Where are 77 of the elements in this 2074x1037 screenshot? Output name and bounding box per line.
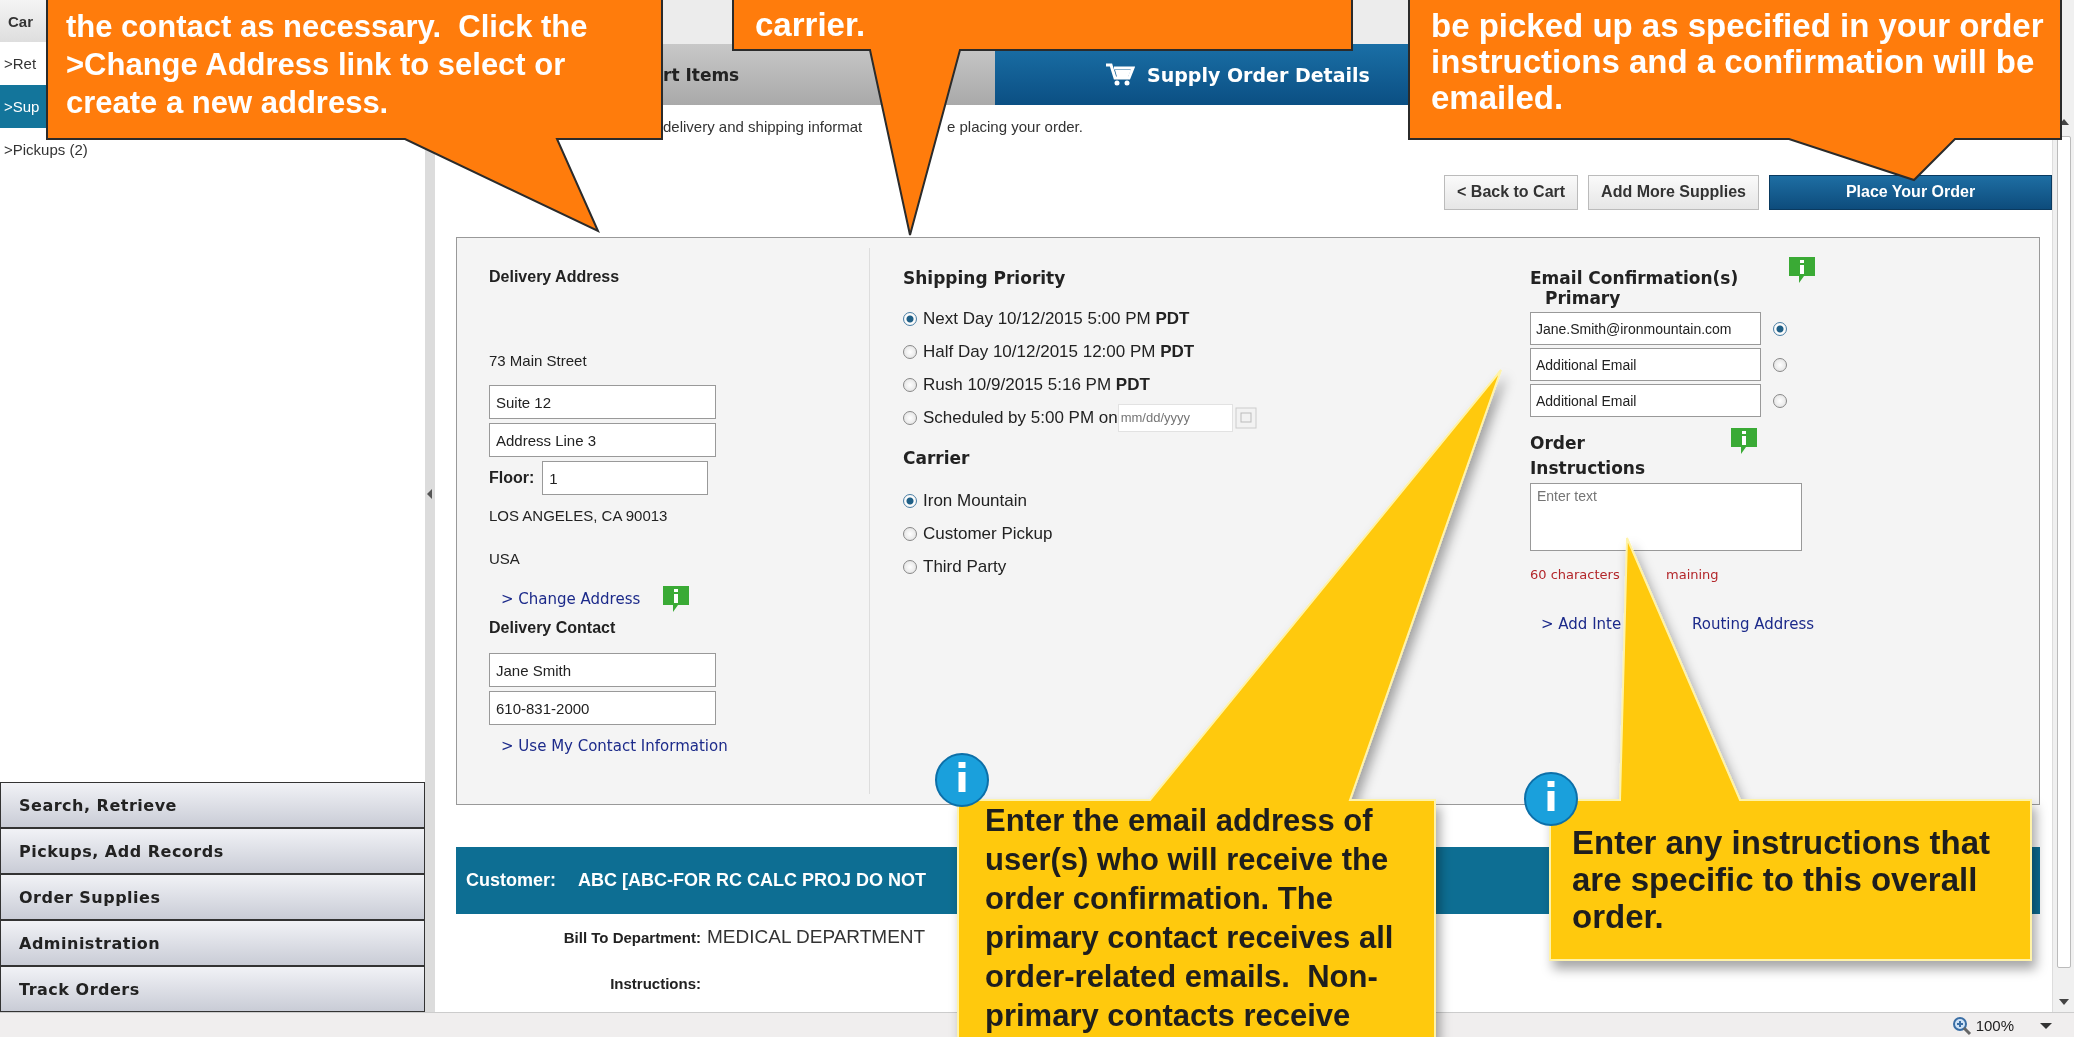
option-label: Third Party <box>923 556 1007 577</box>
cart-icon <box>1105 61 1135 88</box>
nav-button[interactable]: Pickups, Add Records <box>0 828 425 874</box>
address-text: LOS ANGELES, CA 90013 <box>489 507 668 524</box>
address-field[interactable]: Suite 12 <box>489 385 716 419</box>
nav-button[interactable]: Order Supplies <box>0 874 425 920</box>
page-title: Supply Order Details <box>1147 63 1370 86</box>
radio-button[interactable] <box>903 493 917 508</box>
customer-name: ABC [ABC-FOR RC CALC PROJ DO NOT <box>578 870 926 892</box>
customer-label: Customer: <box>466 870 556 892</box>
email-field[interactable]: Additional Email <box>1530 384 1761 417</box>
email-field[interactable]: Additional Email <box>1530 348 1761 381</box>
option-label: Customer Pickup <box>923 523 1053 544</box>
field-label: Bill To Department: <box>562 928 701 946</box>
action-button[interactable]: < Back to Cart <box>1444 174 1579 210</box>
info-icon[interactable] <box>1788 256 1817 284</box>
zoom-level: 100% <box>1975 1017 2014 1034</box>
instructions-field[interactable]: Enter text <box>1530 483 1802 551</box>
radio-button[interactable] <box>903 377 917 392</box>
section-title: Carrier <box>903 448 971 468</box>
section-title: Shipping Priority <box>903 268 1067 288</box>
info-icon[interactable] <box>662 585 691 613</box>
radio-button[interactable] <box>1773 357 1787 372</box>
option-label: Next Day 10/12/2015 5:00 PM PDT <box>923 308 1190 329</box>
callout-text: be picked up as specified in your order instructions and a confirmation will be emailed. <box>1431 8 2045 116</box>
sidebar-title: Car <box>8 12 33 30</box>
address-text: USA <box>489 550 520 567</box>
callout-text: Enter the email address of user(s) who will receive the order confirmation. The primary contact receives all order-related emails. Non-primary contacts receive <box>985 802 1395 1035</box>
radio-button[interactable] <box>903 410 917 425</box>
action-button[interactable]: Place Your Order <box>1769 174 2052 210</box>
routing-link[interactable]: Routing Address <box>1692 615 1814 633</box>
radio-button[interactable] <box>903 526 917 541</box>
contact-name-field[interactable]: Jane Smith <box>489 653 716 687</box>
section-title: Order Instructions <box>1530 432 1647 480</box>
change-address-link[interactable]: > Change Address <box>501 590 641 608</box>
contact-info-link[interactable]: > Use My Contact Information <box>501 737 728 755</box>
scroll-down-icon[interactable] <box>2058 998 2069 1006</box>
action-button[interactable]: Add More Supplies <box>1588 174 1759 210</box>
option-label: Scheduled by 5:00 PM on <box>923 407 1118 428</box>
callout-text: Enter any instructions that are specific to this overall order. <box>1572 824 1992 935</box>
option-label: Rush 10/9/2015 5:16 PM PDT <box>923 374 1150 395</box>
intro-text: delivery and shipping informat <box>663 118 863 136</box>
zoom-icon[interactable] <box>1951 1015 1972 1036</box>
info-icon[interactable] <box>1730 427 1758 455</box>
address-field[interactable]: Address Line 3 <box>489 423 716 457</box>
remaining-text: 60 characters <box>1530 567 1620 582</box>
floor-label: Floor: <box>489 469 535 487</box>
routing-link[interactable]: > Add Inte <box>1541 615 1622 633</box>
radio-button[interactable] <box>903 559 917 574</box>
section-title: Delivery Contact <box>489 619 616 638</box>
nav-button[interactable]: Administration <box>0 920 425 966</box>
remaining-text: maining <box>1666 567 1719 582</box>
nav-button[interactable]: Search, Retrieve <box>0 782 425 828</box>
address-text: 73 Main Street <box>489 352 587 369</box>
section-title: Delivery Address <box>489 268 620 287</box>
callout-text: the contact as necessary. Click the >Change Address link to select or create a new address. <box>66 8 589 122</box>
nav-button[interactable]: Track Orders <box>0 966 425 1012</box>
email-field[interactable]: Jane.Smith@ironmountain.com <box>1530 312 1761 345</box>
option-label: Iron Mountain <box>923 490 1027 511</box>
radio-button[interactable] <box>903 344 917 359</box>
callout-text: carrier. <box>755 6 867 44</box>
sidebar-item[interactable]: >Sup <box>0 85 47 128</box>
field-value: MEDICAL DEPARTMENT <box>707 925 926 948</box>
phone-field[interactable]: 610-831-2000 <box>489 691 716 725</box>
radio-button[interactable] <box>1773 393 1787 408</box>
collapse-icon[interactable] <box>427 489 433 499</box>
radio-button[interactable] <box>1773 321 1787 336</box>
section-title: Email Confirmation(s) <box>1530 268 1739 288</box>
dropdown-icon[interactable] <box>2040 1021 2052 1030</box>
intro-text: e placing your order. <box>947 118 1083 136</box>
sidebar-item[interactable]: >Ret <box>0 42 47 85</box>
floor-field[interactable]: 1 <box>542 461 709 495</box>
radio-button[interactable] <box>903 311 917 326</box>
field-label: Instructions: <box>609 974 701 992</box>
field-label: Primary <box>1545 288 1622 308</box>
date-field[interactable]: mm/dd/yyyy <box>1117 403 1233 432</box>
option-label: Half Day 10/12/2015 12:00 PM PDT <box>923 341 1195 362</box>
